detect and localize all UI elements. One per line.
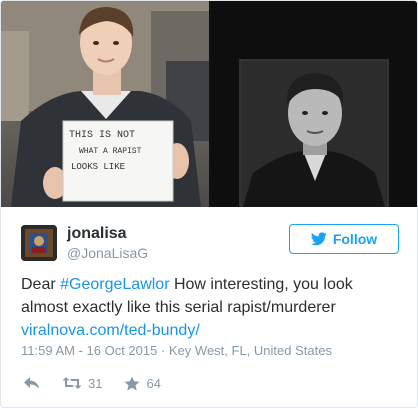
tweet-timestamp[interactable]: 11:59 AM - 16 Oct 2015 · Key West, FL, U… bbox=[21, 343, 332, 358]
avatar[interactable] bbox=[21, 225, 57, 261]
follow-button[interactable]: Follow bbox=[289, 224, 399, 254]
reply-button[interactable] bbox=[23, 376, 40, 390]
photo-man-with-sign[interactable]: THIS IS NOT WHAT A RAPIST LOOKS LIKE bbox=[1, 1, 209, 207]
star-icon bbox=[124, 376, 140, 390]
avatar-image bbox=[21, 225, 57, 261]
tweet-body: jonalisa @JonaLisaG Follow Dear #GeorgeL… bbox=[1, 207, 417, 407]
tweet-text-before: Dear bbox=[21, 276, 61, 293]
follow-button-label: Follow bbox=[332, 231, 378, 247]
photo-left-illustration: THIS IS NOT WHAT A RAPIST LOOKS LIKE bbox=[1, 1, 209, 207]
photo-right-illustration bbox=[211, 1, 417, 207]
retweet-button[interactable]: 31 bbox=[62, 376, 102, 391]
tweet-text: Dear #GeorgeLawlor How interesting, you … bbox=[21, 273, 401, 342]
user-display-name[interactable]: jonalisa bbox=[67, 225, 127, 243]
tweet-media[interactable]: THIS IS NOT WHAT A RAPIST LOOKS LIKE bbox=[1, 1, 417, 207]
retweet-icon bbox=[62, 377, 82, 389]
hashtag-link[interactable]: #GeorgeLawlor bbox=[60, 276, 169, 293]
user-handle[interactable]: @JonaLisaG bbox=[67, 245, 148, 261]
like-button[interactable]: 64 bbox=[124, 375, 161, 391]
url-link[interactable]: viralnova.com/ted-bundy/ bbox=[21, 322, 200, 339]
sign-text-line1: THIS IS NOT bbox=[69, 130, 135, 141]
sign-text-line2: WHAT A RAPIST bbox=[79, 147, 142, 156]
photo-yearbook-portrait[interactable] bbox=[211, 1, 417, 207]
twitter-bird-icon bbox=[310, 232, 327, 246]
retweet-count: 31 bbox=[88, 375, 103, 391]
reply-icon bbox=[24, 377, 39, 389]
tweet-card: THIS IS NOT WHAT A RAPIST LOOKS LIKE jon… bbox=[0, 0, 418, 408]
tweet-actions: 31 64 bbox=[23, 373, 183, 393]
sign-text-line3: LOOKS LIKE bbox=[71, 162, 125, 172]
like-count: 64 bbox=[146, 375, 161, 391]
